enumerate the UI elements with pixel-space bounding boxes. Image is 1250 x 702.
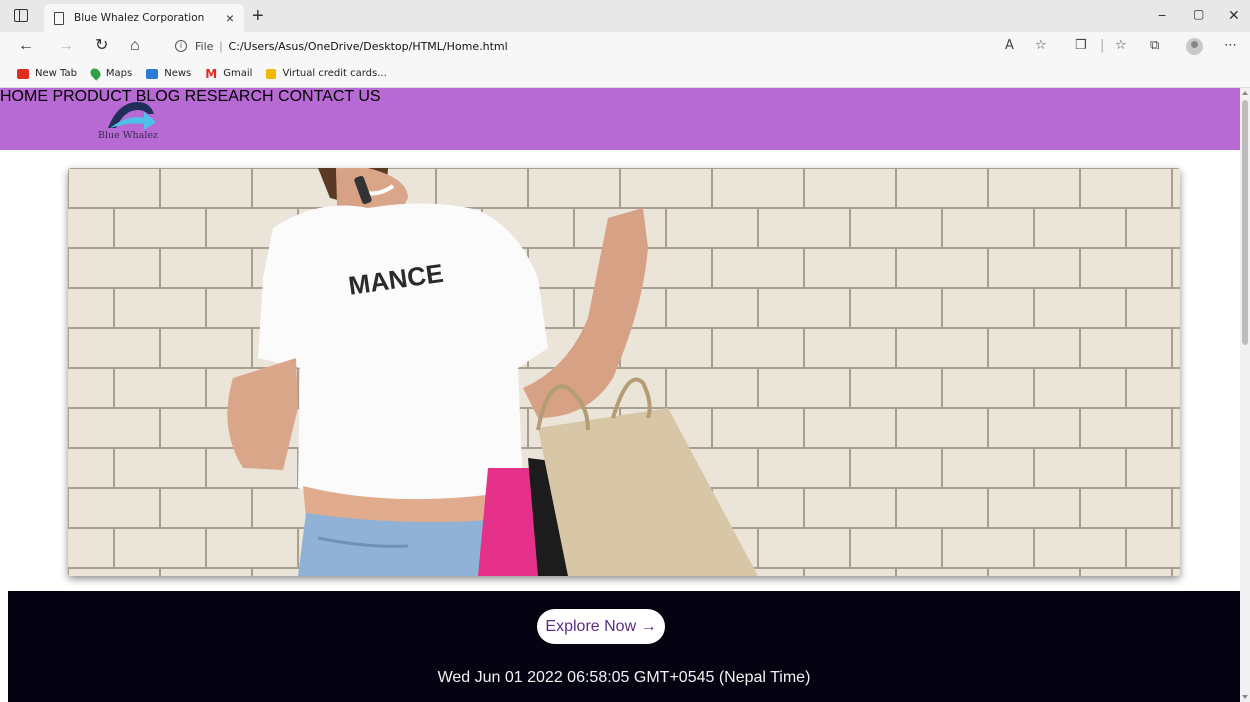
logo-wordmark: Blue Whalez [98, 130, 158, 141]
bookmark-gmail[interactable]: M Gmail [205, 66, 253, 81]
refresh-icon[interactable]: ↻ [95, 37, 108, 55]
favorites-icon[interactable]: ☆ [1115, 38, 1127, 54]
info-icon[interactable]: i [175, 40, 187, 52]
bookmark-label: News [164, 68, 192, 79]
bookmark-label: New Tab [35, 68, 77, 79]
scroll-down-icon[interactable] [1242, 695, 1248, 699]
current-datetime: Wed Jun 01 2022 06:58:05 GMT+0545 (Nepal… [437, 669, 811, 686]
restore-icon[interactable]: ▢ [1193, 7, 1204, 21]
bookmark-label: Virtual credit cards... [282, 68, 387, 79]
more-menu-icon[interactable]: ⋯ [1224, 38, 1237, 54]
card-icon [266, 68, 277, 79]
page-scrollbar[interactable] [1240, 88, 1250, 702]
favorite-star-icon[interactable]: ☆ [1035, 38, 1047, 54]
page-viewport: Blue Whalez HOME PRODUCT BLOG RESEARCH C… [0, 88, 1240, 702]
tab-title: Blue Whalez Corporation [74, 12, 205, 24]
gmail-icon: M [205, 66, 218, 81]
extensions-icon[interactable]: ❒ [1075, 38, 1087, 54]
forward-icon: → [58, 37, 74, 54]
browser-tab[interactable]: Blue Whalez Corporation × [44, 4, 244, 32]
bookmark-news[interactable]: News [146, 68, 191, 79]
address-url: C:/Users/Asus/OneDrive/Desktop/HTML/Home… [228, 39, 508, 53]
minimize-icon[interactable]: − [1158, 7, 1166, 23]
bookmark-maps[interactable]: Maps [88, 66, 133, 81]
bookmark-virtual-cards[interactable]: Virtual credit cards... [266, 68, 387, 79]
bookmark-new-tab[interactable]: New Tab [17, 68, 77, 79]
bookmark-label: Gmail [223, 68, 253, 79]
nav-research-link[interactable]: RESEARCH [185, 88, 274, 105]
new-tab-icon[interactable]: + [252, 4, 264, 28]
explore-now-button[interactable]: Explore Now → [537, 609, 665, 644]
address-scheme: File [195, 39, 214, 53]
news-icon [146, 68, 159, 79]
site-navbar: Blue Whalez HOME PRODUCT BLOG RESEARCH C… [0, 88, 1240, 150]
page-icon [54, 11, 64, 25]
browser-tab-bar: Blue Whalez Corporation × + − ▢ ✕ [0, 0, 1250, 32]
window-close-icon[interactable]: ✕ [1228, 7, 1240, 24]
hero-photo: MANCE [68, 168, 1180, 576]
tab-actions-icon[interactable] [14, 9, 28, 22]
nav-contact-link[interactable]: CONTACT US [278, 88, 381, 105]
collections-icon[interactable]: ⧉ [1150, 38, 1159, 54]
bookmark-label: Maps [105, 68, 133, 79]
hero-image: MANCE [68, 168, 1180, 576]
home-icon[interactable]: ⌂ [130, 37, 140, 55]
nav-home-link[interactable]: HOME [0, 88, 48, 105]
scrollbar-thumb[interactable] [1242, 100, 1248, 345]
close-tab-icon[interactable]: × [226, 10, 234, 26]
whale-logo-icon [108, 102, 156, 130]
address-separator: | [219, 39, 223, 53]
maps-pin-icon [88, 66, 103, 81]
toolbar-divider: | [1100, 38, 1105, 53]
read-aloud-icon[interactable]: A [1005, 38, 1014, 54]
youtube-icon [17, 68, 29, 79]
back-icon[interactable]: ← [18, 37, 34, 55]
address-bar-row: ← → ↻ ⌂ i File | C:/Users/Asus/OneDrive/… [0, 32, 1250, 60]
page-footer: Explore Now → Wed Jun 01 2022 06:58:05 G… [8, 591, 1240, 702]
scroll-up-icon[interactable] [1242, 91, 1248, 95]
brand-logo[interactable]: Blue Whalez [88, 98, 168, 144]
bookmarks-bar: New Tab Maps News M Gmail Virtual credit… [0, 60, 1250, 88]
profile-avatar-icon[interactable] [1186, 38, 1203, 55]
